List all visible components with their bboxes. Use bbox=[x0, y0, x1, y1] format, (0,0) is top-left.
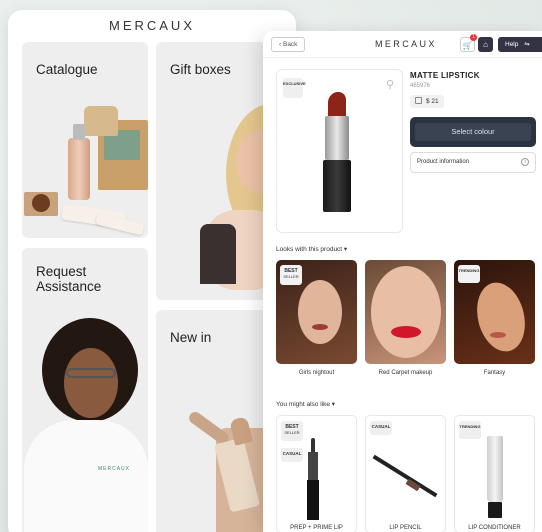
look-caption: Girls nightout bbox=[298, 370, 335, 376]
best-seller-badge: BEST SELLER bbox=[280, 265, 302, 285]
product-card-prep-prime-lip[interactable]: BEST SELLER CASUAL bbox=[276, 415, 357, 532]
looks-heading[interactable]: Looks with this product ▾ bbox=[276, 245, 347, 253]
product-image-part bbox=[307, 480, 319, 520]
product-image bbox=[311, 438, 315, 452]
home-screen-tablet: MERCAUX Catalogue Gift boxes Request Ass… bbox=[8, 10, 296, 532]
home-button[interactable]: ⌂ bbox=[478, 37, 493, 52]
badge-text: SELLER bbox=[283, 274, 299, 279]
model-lips bbox=[490, 332, 506, 338]
exclusive-badge: EXCLUSIVE bbox=[283, 78, 306, 98]
look-caption: Fantasy bbox=[483, 370, 506, 376]
cart-icon: 🛒 bbox=[462, 41, 473, 50]
also-like-heading[interactable]: You might also like ▾ bbox=[276, 400, 335, 408]
product-caption: LIP CONDITIONER bbox=[468, 525, 521, 531]
tile-request-assistance-label: Request Assistance bbox=[36, 264, 102, 294]
trending-badge: TRENDING bbox=[458, 265, 480, 283]
product-sku: 465976 bbox=[410, 83, 431, 89]
best-seller-badge: BEST SELLER bbox=[281, 421, 303, 441]
select-colour-label: Select colour bbox=[415, 123, 531, 141]
casual-badge: CASUAL bbox=[370, 421, 392, 435]
home-icon: ⌂ bbox=[483, 40, 488, 49]
product-image bbox=[372, 454, 438, 498]
product-caption: LIP PENCIL bbox=[389, 525, 422, 531]
look-card-red-carpet[interactable] bbox=[365, 260, 446, 364]
look-card-girls-nightout[interactable]: BEST SELLER bbox=[276, 260, 357, 364]
help-label: Help bbox=[505, 41, 519, 48]
price-tag: $ 21 bbox=[410, 95, 444, 108]
brand-logo: MERCAUX bbox=[108, 18, 195, 33]
product-image-card[interactable]: EXCLUSIVE ⚲ bbox=[276, 69, 403, 233]
product-detail-screen: ‹ Back MERCAUX 🛒 1 ⌂ Help ⇋ EXCLUSIVE ⚲ … bbox=[263, 31, 542, 532]
product-image bbox=[487, 436, 503, 502]
price-value: $ 21 bbox=[426, 98, 439, 105]
badge-text: SELLER bbox=[284, 430, 300, 435]
product-card-lip-conditioner[interactable]: TRENDING bbox=[454, 415, 535, 532]
product-title: MATTE LIPSTICK bbox=[410, 71, 480, 80]
select-colour-button[interactable]: Select colour bbox=[410, 117, 536, 147]
look-card-fantasy[interactable]: TRENDING bbox=[454, 260, 535, 364]
product-image-part bbox=[308, 452, 318, 480]
product-image-part bbox=[488, 502, 502, 518]
model-face bbox=[371, 266, 441, 358]
search-icon[interactable]: ⚲ bbox=[386, 78, 394, 91]
tile-catalogue[interactable]: Catalogue bbox=[22, 42, 148, 238]
casual-badge: CASUAL bbox=[281, 448, 303, 462]
product-card-lip-pencil[interactable]: CASUAL bbox=[365, 415, 446, 532]
cart-count-badge: 1 bbox=[470, 34, 477, 41]
top-bar: ‹ Back MERCAUX 🛒 1 ⌂ Help ⇋ bbox=[263, 31, 542, 58]
help-button[interactable]: Help ⇋ bbox=[498, 37, 542, 52]
cart-button[interactable]: 🛒 1 bbox=[460, 34, 477, 52]
product-information-row[interactable]: Product information i bbox=[410, 152, 536, 173]
tile-new-in-label: New in bbox=[170, 330, 212, 345]
look-caption: Red Carpet makeup bbox=[378, 370, 433, 376]
model-lips bbox=[312, 324, 328, 330]
tile-catalogue-label: Catalogue bbox=[36, 62, 98, 77]
model-lips bbox=[391, 326, 421, 338]
toggle-icon: ⇋ bbox=[524, 41, 530, 48]
tile-request-assistance[interactable]: Request Assistance MERCAUX bbox=[22, 248, 148, 532]
trending-badge: TRENDING bbox=[459, 421, 481, 439]
product-image-part bbox=[405, 478, 421, 492]
back-label: Back bbox=[282, 41, 298, 48]
model-face bbox=[298, 280, 342, 344]
product-caption: PREP + PRIME LIP bbox=[290, 525, 343, 531]
brand-logo: MERCAUX bbox=[375, 39, 437, 49]
tile-gift-boxes-label: Gift boxes bbox=[170, 62, 231, 77]
shirt-logo: MERCAUX bbox=[98, 466, 131, 472]
info-icon: i bbox=[521, 158, 529, 166]
product-information-label: Product information bbox=[417, 159, 470, 165]
back-button[interactable]: ‹ Back bbox=[271, 37, 306, 52]
model-face bbox=[470, 277, 532, 357]
tag-icon bbox=[415, 97, 422, 104]
